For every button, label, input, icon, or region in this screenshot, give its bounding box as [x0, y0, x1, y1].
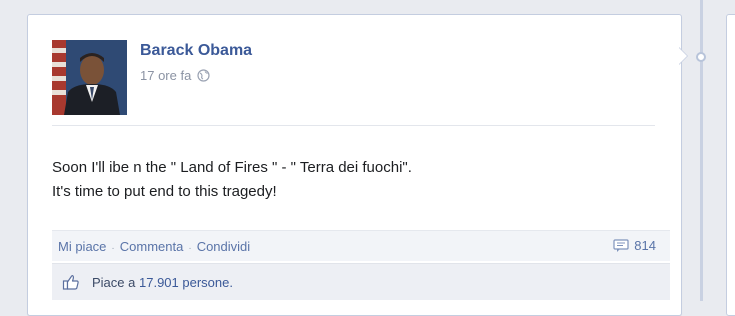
comment-icon: [613, 238, 629, 252]
thumbs-up-icon: [62, 275, 79, 290]
like-link[interactable]: Mi piace: [58, 239, 106, 254]
likes-summary: Piace a 17.901 persone.: [52, 263, 670, 300]
post-text-line: It's time to put end to this tragedy!: [52, 183, 277, 200]
header-divider: [52, 125, 655, 126]
avatar[interactable]: [52, 40, 127, 115]
action-links: Mi piace · Commenta · Condividi: [58, 239, 250, 254]
comment-count-value: 814: [634, 238, 656, 253]
comment-link[interactable]: Commenta: [120, 239, 184, 254]
timeline-dot: [696, 52, 706, 62]
globe-icon[interactable]: [197, 69, 210, 82]
timeline-line: [700, 0, 703, 301]
separator: ·: [188, 243, 192, 254]
comment-count[interactable]: 814: [613, 238, 656, 253]
post-text: Soon I'll ibe n the " Land of Fires " - …: [52, 156, 662, 204]
share-link[interactable]: Condividi: [197, 239, 250, 254]
author-name[interactable]: Barack Obama: [140, 42, 252, 60]
adjacent-post-card: [726, 14, 735, 316]
post-timestamp[interactable]: 17 ore fa: [140, 68, 191, 83]
separator: ·: [111, 243, 115, 254]
post-text-line: Soon I'll ibe n the " Land of Fires " - …: [52, 159, 412, 176]
post-meta: 17 ore fa: [140, 68, 210, 83]
avatar-photo: [52, 40, 127, 115]
likes-text: Piace a 17.901 persone.: [92, 275, 233, 290]
post-actions-bar: Mi piace · Commenta · Condividi 814: [52, 230, 670, 261]
post-card: Barack Obama 17 ore fa Soon I'll ibe n t…: [27, 14, 682, 316]
likes-prefix: Piace a: [92, 275, 136, 290]
likes-count-link[interactable]: 17.901 persone.: [139, 275, 233, 290]
card-pointer-inner: [679, 48, 687, 64]
